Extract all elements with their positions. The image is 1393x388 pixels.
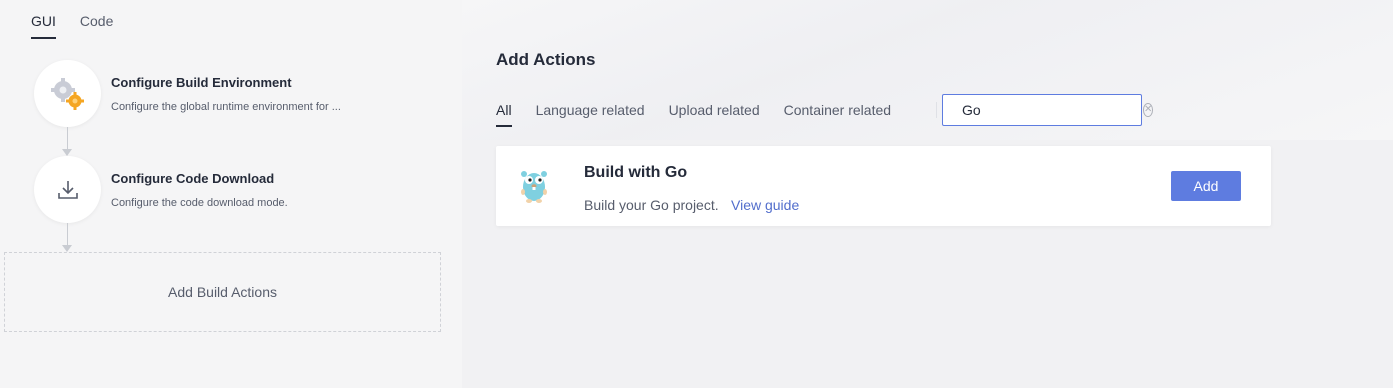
- gears-icon: [50, 77, 84, 110]
- step-connector: [67, 223, 68, 245]
- panel-title: Add Actions: [496, 50, 596, 69]
- editor-mode-tabs: GUI Code: [31, 13, 113, 39]
- step-description: Configure the global runtime environment…: [111, 100, 341, 113]
- step-title: Configure Build Environment: [111, 74, 292, 90]
- tab-gui[interactable]: GUI: [31, 13, 56, 39]
- tab-code[interactable]: Code: [80, 13, 113, 39]
- view-guide-link[interactable]: View guide: [731, 197, 799, 213]
- step-connector: [67, 127, 68, 149]
- action-card-build-with-go: Build with Go Build your Go project. Vie…: [496, 146, 1271, 226]
- action-search-box[interactable]: ✕: [942, 94, 1154, 126]
- filter-divider: [936, 102, 937, 118]
- step-icon-circle: [34, 156, 101, 223]
- clear-search-icon[interactable]: ✕: [1143, 103, 1154, 117]
- filter-container-related[interactable]: Container related: [784, 102, 891, 127]
- add-action-button[interactable]: Add: [1171, 171, 1241, 201]
- add-build-actions-dropzone[interactable]: Add Build Actions: [4, 252, 441, 332]
- connector-arrow-icon: [62, 245, 72, 252]
- filter-all[interactable]: All: [496, 102, 512, 127]
- step-title: Configure Code Download: [111, 170, 275, 186]
- download-icon: [57, 180, 78, 199]
- step-description: Configure the code download mode.: [111, 196, 288, 209]
- action-filter-tabs: All Language related Upload related Cont…: [496, 102, 891, 127]
- action-description: Build your Go project.: [584, 197, 719, 213]
- action-title: Build with Go: [584, 164, 688, 181]
- filter-language-related[interactable]: Language related: [536, 102, 645, 127]
- step-configure-code-download[interactable]: Configure Code Download Configure the co…: [34, 156, 288, 223]
- filter-upload-related[interactable]: Upload related: [669, 102, 760, 127]
- build-steps-panel: GUI Code Configure Build Environment Con…: [0, 0, 462, 388]
- connector-arrow-icon: [62, 149, 72, 156]
- add-actions-panel: Add Actions All Language related Upload …: [462, 0, 1393, 388]
- step-configure-build-environment[interactable]: Configure Build Environment Configure th…: [34, 60, 341, 127]
- search-input[interactable]: [962, 102, 1143, 118]
- gopher-icon: [521, 171, 547, 203]
- step-icon-circle: [34, 60, 101, 127]
